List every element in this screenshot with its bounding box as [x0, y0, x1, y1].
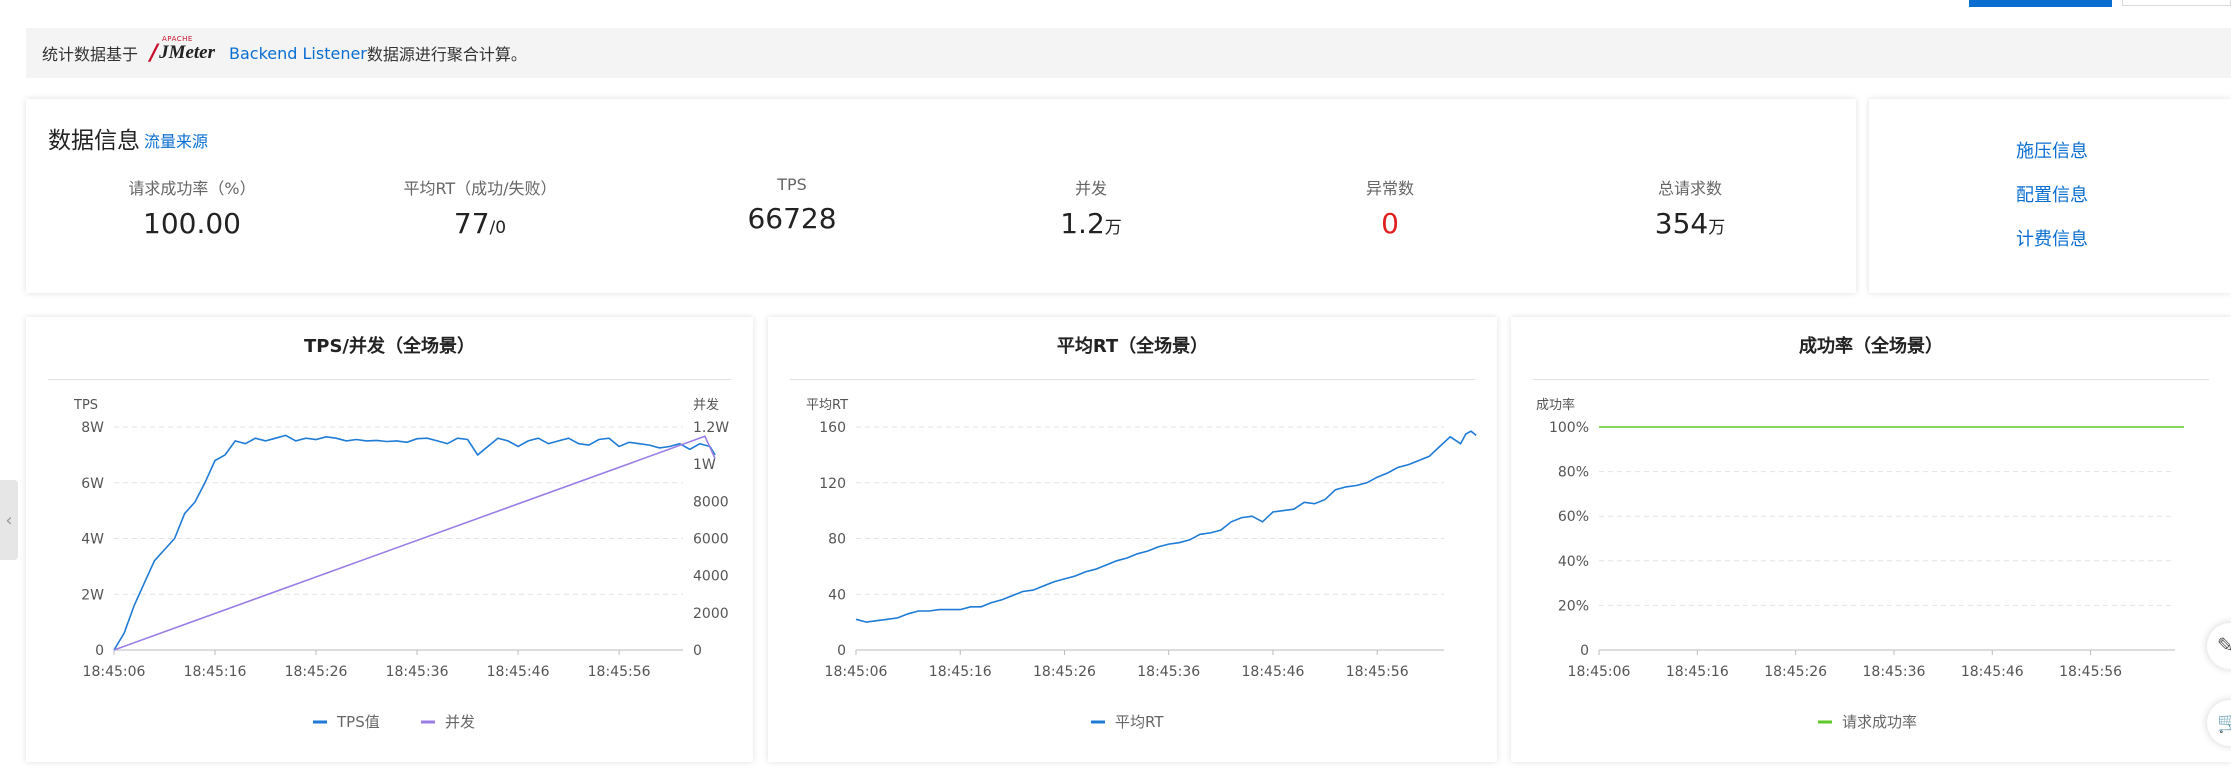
metric-concurrency: 并发 1.2万: [1060, 179, 1122, 240]
y-right-tick-label: 1W: [693, 457, 716, 473]
traffic-source-link[interactable]: 流量来源: [144, 128, 208, 152]
success-rate-chart-card: 成功率（全场景） 0 20% 40% 60% 80% 100% 18:45:06 18:45:…: [1511, 317, 2231, 762]
primary-action-button[interactable]: [1969, 0, 2112, 7]
x-tick-label: 18:45:26: [1764, 664, 1827, 680]
legend-label: 请求成功率: [1842, 713, 1917, 731]
tps-concurrency-chart-card: TPS/并发（全场景） 0 2W 4W 6W 8W 18:45:06 18:45:16 18:…: [26, 317, 753, 762]
x-tick-label: 18:45:16: [184, 664, 247, 680]
legend-label: 平均RT: [1115, 713, 1164, 731]
side-links-card: 施压信息 配置信息 计费信息: [1869, 99, 2231, 293]
x-tick-label: 18:45:46: [1242, 664, 1305, 680]
y-axis-name: 平均RT: [806, 398, 848, 413]
series-line-1: [113, 435, 716, 651]
y-tick-label: 0: [95, 643, 104, 659]
y-tick-label: 6W: [81, 476, 104, 492]
x-tick-label: 18:45:46: [1961, 664, 2024, 680]
metric-success-rate: 请求成功率（%） 100.00: [128, 179, 256, 240]
avg-rt-chart-card: 平均RT（全场景） 0 40 80 120 160 18:45:06 18:45:16 18:…: [768, 317, 1497, 762]
edit-icon: ✎: [2217, 633, 2231, 657]
config-info-link[interactable]: 配置信息: [2016, 181, 2088, 207]
y-tick-label: 100%: [1549, 420, 1589, 436]
y-tick-label: 0: [1580, 643, 1589, 659]
y-tick-label: 8W: [81, 420, 104, 436]
y-tick-label: 0: [837, 643, 846, 659]
metric-avg-rt: 平均RT（成功/失败） 77/0: [403, 179, 557, 240]
success-rate-chart: 0 20% 40% 60% 80% 100% 18:45:06 18:45:16 18:45:2…: [1536, 397, 2184, 731]
jmeter-feather-icon: /: [150, 40, 159, 66]
y-right-axis-name: 并发: [693, 397, 719, 413]
y-tick-label: 40%: [1558, 554, 1589, 570]
x-tick-label: 18:45:36: [1863, 664, 1926, 680]
x-tick-label: 18:45:26: [1033, 664, 1096, 680]
pressure-info-link[interactable]: 施压信息: [2016, 137, 2088, 163]
chevron-left-icon: ‹: [5, 509, 13, 531]
y-axis-name: 成功率: [1536, 397, 1575, 413]
tps-concurrency-chart: 0 2W 4W 6W 8W 18:45:06 18:45:16 18:45:26 18:45:3…: [73, 397, 729, 731]
y-right-tick-label: 8000: [693, 494, 729, 510]
y-tick-label: 2W: [81, 587, 104, 603]
avg-rt-chart: 0 40 80 120 160 18:45:06 18:45:16 18:45:26 18:45…: [806, 398, 1477, 731]
y-tick-label: 160: [819, 420, 846, 436]
x-tick-label: 18:45:56: [1346, 664, 1409, 680]
data-info-title: 数据信息: [48, 128, 140, 154]
y-axis-name: TPS: [73, 398, 98, 413]
x-tick-label: 18:45:36: [1137, 664, 1200, 680]
notice-suffix: 数据源进行聚合计算。: [366, 45, 527, 64]
jmeter-logo: APACHE / JMeter: [150, 35, 215, 66]
x-tick-label: 18:45:16: [929, 664, 992, 680]
y-tick-label: 40: [828, 587, 846, 603]
billing-info-link[interactable]: 计费信息: [2016, 225, 2088, 251]
x-tick-label: 18:45:26: [285, 664, 348, 680]
y-right-tick-label: 4000: [693, 569, 729, 585]
x-tick-label: 18:45:16: [1666, 664, 1729, 680]
y-tick-label: 20%: [1558, 598, 1589, 614]
metric-total-requests: 总请求数 354万: [1654, 179, 1726, 240]
y-tick-label: 80: [828, 532, 846, 548]
secondary-action-button[interactable]: [2122, 0, 2231, 6]
y-right-tick-label: 6000: [693, 532, 729, 548]
x-tick-label: 18:45:46: [487, 664, 550, 680]
cart-icon: 🛒: [2217, 710, 2231, 734]
y-right-tick-label: 1.2W: [693, 420, 729, 436]
x-tick-label: 18:45:06: [825, 664, 888, 680]
data-info-card: 数据信息 流量来源 请求成功率（%） 100.00 平均RT（成功/失败） 77…: [26, 99, 1856, 293]
series-line-0: [855, 430, 1477, 623]
x-tick-label: 18:45:56: [2059, 664, 2122, 680]
y-right-tick-label: 0: [693, 643, 702, 659]
legend-label: TPS值: [336, 713, 380, 731]
backend-listener-link[interactable]: Backend Listener: [229, 44, 367, 63]
metric-tps: TPS 66728: [747, 175, 837, 235]
y-tick-label: 60%: [1558, 509, 1589, 525]
data-source-notice: 统计数据基于 APACHE / JMeter Backend Listener …: [26, 28, 2231, 78]
y-tick-label: 4W: [81, 532, 104, 548]
y-tick-label: 80%: [1558, 465, 1589, 481]
y-right-tick-label: 2000: [693, 606, 729, 622]
collapse-panel-tab[interactable]: ‹: [0, 480, 18, 560]
x-tick-label: 18:45:56: [588, 664, 651, 680]
legend-label: 并发: [445, 713, 475, 731]
notice-prefix: 统计数据基于: [42, 45, 139, 64]
x-tick-label: 18:45:06: [1568, 664, 1631, 680]
y-tick-label: 120: [819, 476, 846, 492]
metric-error-count: 异常数 0: [1365, 179, 1414, 240]
x-tick-label: 18:45:06: [83, 664, 146, 680]
x-tick-label: 18:45:36: [386, 664, 449, 680]
